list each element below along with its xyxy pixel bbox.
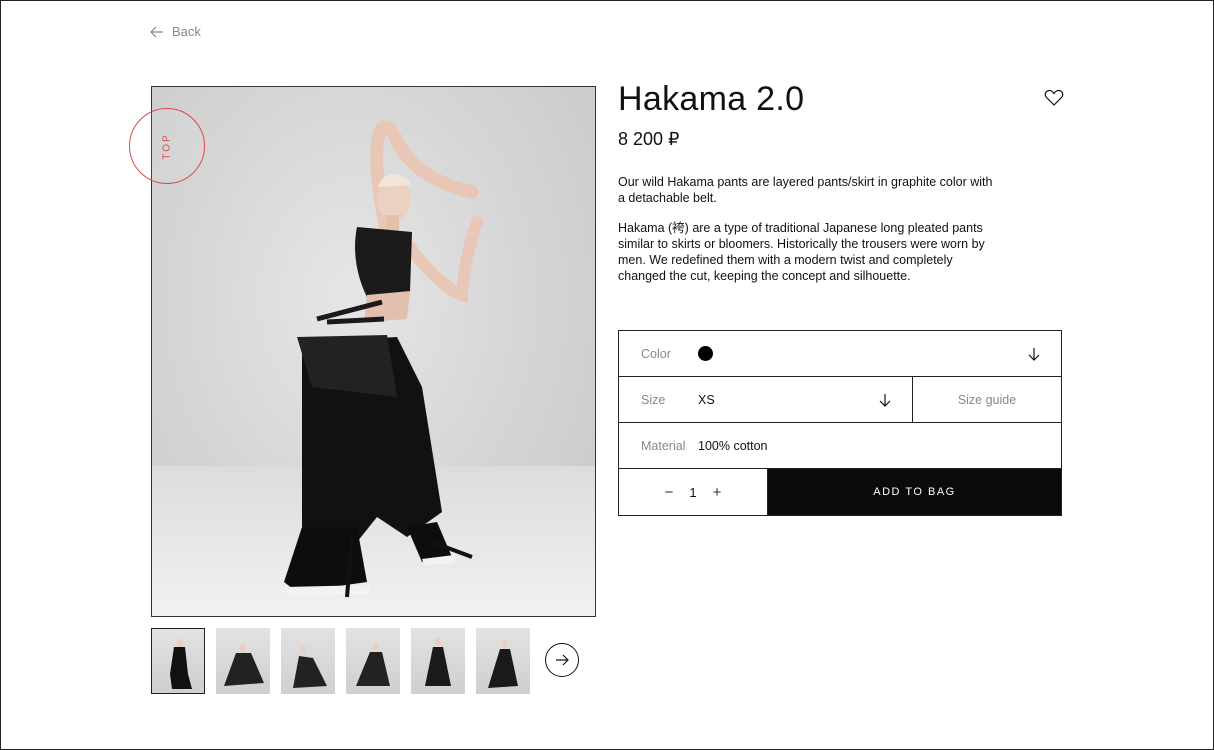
color-swatch[interactable] — [698, 346, 713, 361]
arrow-left-icon — [150, 26, 163, 37]
thumbnail-5[interactable] — [411, 628, 465, 694]
thumbnail-gallery — [151, 628, 530, 694]
top-badge: TOP — [129, 108, 205, 184]
top-badge-label: TOP — [161, 132, 173, 160]
back-link[interactable]: Back — [150, 24, 201, 39]
size-value: XS — [698, 392, 715, 407]
size-label: Size — [641, 392, 666, 407]
arrow-down-icon[interactable] — [878, 393, 892, 407]
heart-icon[interactable] — [1044, 89, 1064, 107]
size-selector[interactable]: Size XS — [619, 377, 913, 422]
size-guide-link[interactable]: Size guide — [913, 393, 1061, 407]
purchase-row: − 1 + ADD TO BAG — [619, 469, 1061, 515]
product-title: Hakama 2.0 — [618, 80, 805, 118]
thumbnail-6[interactable] — [476, 628, 530, 694]
material-label: Material — [641, 438, 686, 453]
product-description-1: Our wild Hakama pants are layered pants/… — [618, 175, 993, 205]
quantity-stepper: − 1 + — [619, 469, 768, 515]
color-selector[interactable]: Color — [619, 331, 1061, 377]
product-price: 8 200 ₽ — [618, 129, 680, 149]
quantity-value: 1 — [689, 484, 697, 500]
back-label: Back — [172, 24, 201, 39]
gallery-next-button[interactable] — [545, 643, 579, 677]
size-row: Size XS Size guide — [619, 377, 1061, 423]
product-options: Color Size XS Size guide Material 100% c… — [618, 330, 1062, 516]
model-figure — [284, 120, 483, 598]
arrow-right-icon — [556, 654, 569, 666]
thumbnail-3[interactable] — [281, 628, 335, 694]
increase-quantity-button[interactable]: + — [713, 484, 722, 501]
product-description-2: Hakama (袴) are a type of traditional Jap… — [618, 221, 985, 283]
arrow-down-icon[interactable] — [1027, 347, 1041, 361]
thumbnail-2[interactable] — [216, 628, 270, 694]
decrease-quantity-button[interactable]: − — [665, 484, 674, 501]
thumbnail-4[interactable] — [346, 628, 400, 694]
product-main-image[interactable] — [151, 86, 596, 617]
color-label: Color — [641, 346, 671, 361]
add-to-bag-button[interactable]: ADD TO BAG — [768, 469, 1061, 515]
thumbnail-1[interactable] — [151, 628, 205, 694]
material-value: 100% cotton — [698, 438, 768, 453]
material-row: Material 100% cotton — [619, 423, 1061, 469]
